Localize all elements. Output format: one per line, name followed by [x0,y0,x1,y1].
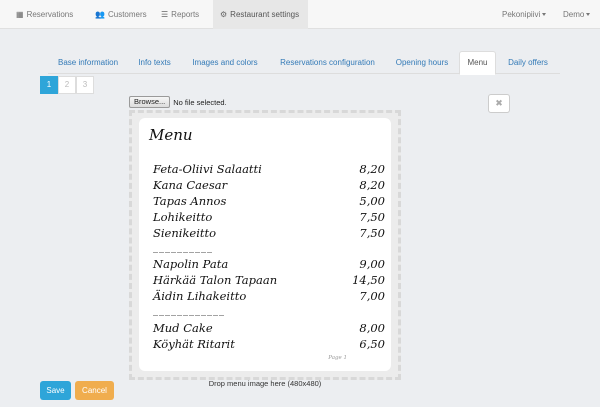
menu-image-dropzone[interactable]: Menu Feta-Oliivi Salaatti 8,20 Kana Caesa… [129,110,401,380]
browse-button[interactable]: Browse... [129,96,171,108]
menu-item-name: Kana Caesar [153,178,228,192]
menu-item-price: 6,50 [359,337,385,351]
tab-images-and-colors[interactable]: Images and colors [181,51,269,74]
menu-item-name: Sienikeitto [153,226,217,240]
menu-item-price: 14,50 [352,273,385,287]
nav-customers-label: Customers [107,10,147,19]
nav-reservations[interactable]: ▦ Reservations [16,0,73,29]
page-button-2[interactable]: 2 [58,76,76,94]
menu-item-price: 7,00 [359,289,385,303]
close-icon: ✖ [495,98,503,108]
menu-item-price: 9,00 [359,257,385,271]
menu-separator: ____________ [153,305,225,316]
nav-reports-label: Reports [171,10,200,19]
menu-item: Mud Cake 8,00 [153,321,385,337]
user-dropdown-label: Demo [563,10,585,19]
user-dropdown[interactable]: Demo [563,0,591,29]
menu-item: Äidin Lihakeitto 7,00 [153,289,385,305]
menu-item-name: Feta-Oliivi Salaatti [153,162,262,176]
remove-image-button[interactable]: ✖ [488,94,510,113]
caret-down-icon [542,13,547,17]
menu-item-name: Köyhät Ritarit [153,337,235,351]
file-status-text: No file selected. [173,97,227,107]
menu-item: Sienikeitto 7,50 [153,226,385,242]
tab-daily-offers[interactable]: Daily offers [498,51,558,74]
menu-item-price: 7,50 [359,210,385,224]
top-navbar: ▦ Reservations 👥 Customers ☰ Reports ⚙ Resta… [0,0,600,29]
tab-info-texts[interactable]: Info texts [128,51,181,74]
drop-hint-text: Drop menu image here (480x480) [208,379,322,388]
tab-base-information[interactable]: Base information [48,51,128,74]
menu-item: Napolin Pata 9,00 [153,257,385,273]
menu-item-price: 8,00 [359,321,385,335]
menu-item: Lohikeitto 7,50 [153,210,385,226]
page-button-1[interactable]: 1 [40,76,58,94]
nav-reports[interactable]: ☰ Reports [161,0,199,29]
tab-menu[interactable]: Menu [459,51,496,75]
menu-page-footer: Page 1 [328,355,347,361]
menu-heading: Menu [149,126,193,144]
menu-image-preview: Menu Feta-Oliivi Salaatti 8,20 Kana Caesa… [139,118,391,371]
tab-opening-hours[interactable]: Opening hours [386,51,458,74]
menu-item-name: Napolin Pata [153,257,229,271]
menu-item-price: 8,20 [359,162,385,176]
save-button[interactable]: Save [40,381,71,400]
restaurant-dropdown-label: Pekonipiivi [502,10,541,19]
menu-item: Härkää Talon Tapaan 14,50 [153,273,385,289]
menu-item: Köyhät Ritarit 6,50 [153,337,385,353]
settings-tabs: Base information Info texts Images and c… [48,51,560,75]
file-input: Browse... No file selected. [129,96,227,109]
menu-item-name: Härkää Talon Tapaan [153,273,278,287]
menu-item-name: Mud Cake [153,321,213,335]
menu-item-price: 5,00 [359,194,385,208]
cancel-button[interactable]: Cancel [75,381,114,400]
menu-item-name: Lohikeitto [153,210,213,224]
calendar-icon: ▦ [16,10,24,19]
caret-down-icon [586,13,591,17]
tab-reservations-configuration[interactable]: Reservations configuration [269,51,386,74]
restaurant-dropdown[interactable]: Pekonipiivi [502,0,547,29]
nav-reservations-label: Reservations [26,10,74,19]
menu-item-price: 7,50 [359,226,385,240]
menu-item: Feta-Oliivi Salaatti 8,20 [153,162,385,178]
gear-icon: ⚙ [220,10,228,19]
menu-item-price: 8,20 [359,178,385,192]
page-button-3[interactable]: 3 [76,76,94,94]
menu-item-name: Tapas Annos [153,194,227,208]
list-icon: ☰ [161,10,169,19]
nav-restaurant-settings-label: Restaurant settings [230,10,300,19]
users-icon: 👥 [95,10,105,19]
nav-customers[interactable]: 👥 Customers [95,0,147,29]
menu-item: Kana Caesar 8,20 [153,178,385,194]
menu-item-name: Äidin Lihakeitto [153,289,247,303]
menu-separator: __________ [153,242,213,253]
menu-item: Tapas Annos 5,00 [153,194,385,210]
nav-restaurant-settings[interactable]: ⚙ Restaurant settings [213,0,308,29]
